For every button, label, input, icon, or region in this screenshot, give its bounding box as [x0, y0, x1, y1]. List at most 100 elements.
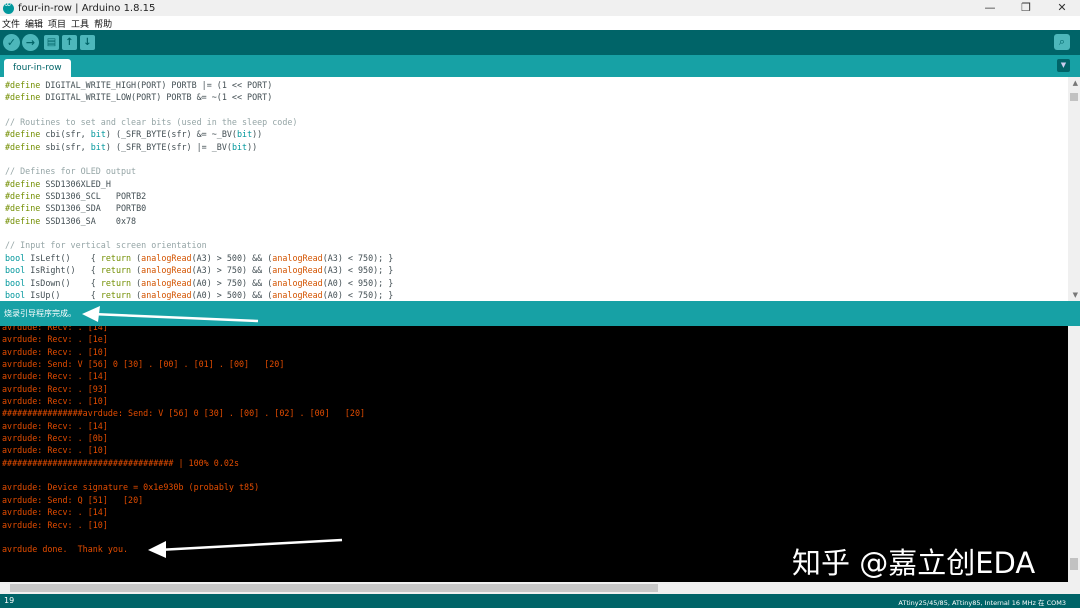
- upload-button[interactable]: →: [22, 34, 39, 51]
- tab-menu-dropdown-icon[interactable]: ▼: [1057, 59, 1070, 72]
- code-token: // Defines for OLED output: [5, 166, 137, 177]
- code-token: IsRight() {: [30, 265, 101, 276]
- code-token: (: [131, 289, 142, 300]
- code-token: analogRead: [272, 265, 323, 276]
- code-line: #define DIGITAL_WRITE_HIGH(PORT) PORTB |…: [5, 79, 393, 91]
- menu-tools[interactable]: 工具: [71, 17, 89, 30]
- open-sketch-button[interactable]: ↑: [62, 35, 77, 50]
- editor-scroll-thumb[interactable]: [1070, 93, 1078, 101]
- console-line: avrdude: Recv: . [1e]: [2, 334, 108, 345]
- code-token: #define: [5, 178, 46, 189]
- new-sketch-button[interactable]: ▤: [44, 35, 59, 50]
- menu-help[interactable]: 帮助: [94, 17, 112, 30]
- scroll-up-icon[interactable]: ▲: [1073, 79, 1078, 87]
- menu-bar: 文件 编辑 项目 工具 帮助: [0, 16, 1080, 30]
- horizontal-scroll-thumb[interactable]: [10, 584, 658, 592]
- maximize-button[interactable]: ❐: [1008, 0, 1044, 16]
- code-line: // Routines to set and clear bits (used …: [5, 116, 393, 128]
- console-line: avrdude done. Thank you.: [2, 544, 129, 555]
- code-token: return: [100, 289, 132, 300]
- code-token: analogRead: [272, 277, 323, 288]
- window-title: four-in-row | Arduino 1.8.15: [18, 2, 156, 14]
- code-token: (A3) < 950); }: [322, 265, 394, 276]
- code-token: bool: [5, 289, 31, 300]
- code-token: (A3) > 500) && (: [191, 252, 273, 263]
- code-token: (: [131, 265, 142, 276]
- code-token: analogRead: [272, 289, 323, 300]
- code-line: #define SSD1306_SDA PORTB0: [5, 202, 393, 214]
- code-token: ) (_SFR_BYTE(sfr) &= ~_BV(: [105, 129, 237, 140]
- console-scrollbar[interactable]: [1068, 326, 1080, 582]
- code-token: (A0) > 500) && (: [191, 289, 273, 300]
- console-line: ################avrdude: Send: V [56] 0 …: [2, 408, 366, 419]
- code-token: DIGITAL_WRITE_LOW(PORT) PORTB &= ~(1 << …: [45, 92, 273, 103]
- code-token: analogRead: [141, 277, 192, 288]
- menu-sketch[interactable]: 项目: [48, 17, 66, 30]
- minimize-button[interactable]: —: [972, 0, 1008, 16]
- save-sketch-button[interactable]: ↓: [80, 35, 95, 50]
- console-line: avrdude: Send: Q [51] [20]: [2, 494, 144, 505]
- code-token: (A3) < 750); }: [322, 252, 394, 263]
- code-token: DIGITAL_WRITE_HIGH(PORT) PORTB |= (1 << …: [45, 80, 273, 90]
- menu-file[interactable]: 文件: [2, 17, 20, 30]
- title-bar: four-in-row | Arduino 1.8.15 — ❐ ✕: [0, 0, 1080, 16]
- code-token: bit: [90, 141, 106, 152]
- code-line: // Defines for OLED output: [5, 165, 393, 177]
- code-token: (: [131, 277, 142, 288]
- code-token: ) (_SFR_BYTE(sfr) |= _BV(: [105, 141, 232, 152]
- horizontal-scrollbar[interactable]: [0, 582, 1080, 594]
- code-token: // Routines to set and clear bits (used …: [5, 117, 298, 128]
- code-lines: #define DIGITAL_WRITE_HIGH(PORT) PORTB |…: [5, 79, 393, 301]
- code-token: bool: [5, 252, 31, 263]
- code-token: // Input for vertical screen orientation: [5, 240, 207, 251]
- console-line: ################################## | 100…: [2, 457, 239, 468]
- code-token: bool: [5, 277, 31, 288]
- code-token: IsLeft() {: [30, 252, 101, 263]
- code-token: )): [247, 141, 258, 152]
- editor-scrollbar[interactable]: ▲ ▼: [1068, 77, 1080, 301]
- console-line: avrdude: Recv: . [14]: [2, 507, 108, 518]
- console-line: avrdude: Recv: . [14]: [2, 326, 108, 332]
- line-number: 19: [4, 596, 15, 605]
- serial-monitor-button[interactable]: ⌕: [1054, 34, 1070, 50]
- arduino-logo-icon: [3, 0, 14, 14]
- close-button[interactable]: ✕: [1044, 0, 1080, 16]
- tab-four-in-row[interactable]: four-in-row: [4, 59, 71, 77]
- code-editor[interactable]: #define DIGITAL_WRITE_HIGH(PORT) PORTB |…: [0, 77, 1080, 301]
- console-line: avrdude: Recv: . [10]: [2, 519, 108, 530]
- console-line: avrdude: Recv: . [93]: [2, 383, 108, 394]
- code-line: // Input for vertical screen orientation: [5, 239, 393, 251]
- window-controls: — ❐ ✕: [972, 0, 1080, 16]
- code-line: #define SSD1306_SCL PORTB2: [5, 190, 393, 202]
- board-info: ATtiny25/45/85, ATtiny85, Internal 16 MH…: [898, 599, 1066, 607]
- code-token: #define: [5, 92, 46, 103]
- code-line: #define DIGITAL_WRITE_LOW(PORT) PORTB &=…: [5, 91, 393, 103]
- code-token: )): [252, 129, 263, 140]
- code-line: #define sbi(sfr, bit) (_SFR_BYTE(sfr) |=…: [5, 141, 393, 153]
- code-token: analogRead: [141, 265, 192, 276]
- scroll-down-icon[interactable]: ▼: [1073, 291, 1078, 299]
- code-token: #define: [5, 129, 46, 140]
- console-line: avrdude: Recv: . [14]: [2, 371, 108, 382]
- menu-edit[interactable]: 编辑: [25, 17, 43, 30]
- code-line: bool IsUp() { return (analogRead(A0) > 5…: [5, 289, 393, 301]
- code-token: #define: [5, 141, 46, 152]
- code-line: bool IsDown() { return (analogRead(A0) >…: [5, 277, 393, 289]
- code-token: bit: [236, 129, 253, 140]
- console-lines: avrdude: Recv: . [14] avrdude: Recv: . [1…: [2, 326, 365, 556]
- code-token: cbi(sfr,: [45, 129, 91, 140]
- verify-button[interactable]: ✓: [3, 34, 20, 51]
- console-scroll-thumb[interactable]: [1070, 558, 1078, 570]
- status-bar: 烧录引导程序完成。: [0, 301, 1080, 326]
- code-line: bool IsLeft() { return (analogRead(A3) >…: [5, 252, 393, 264]
- code-token: IsDown() {: [30, 277, 101, 288]
- code-token: (A0) > 750) && (: [191, 277, 273, 288]
- toolbar: ✓ → ▤ ↑ ↓ ⌕: [0, 30, 1080, 55]
- code-token: return: [100, 265, 132, 276]
- code-token: #define: [5, 191, 46, 202]
- code-token: analogRead: [272, 252, 323, 263]
- code-token: (A0) < 750); }: [322, 289, 394, 300]
